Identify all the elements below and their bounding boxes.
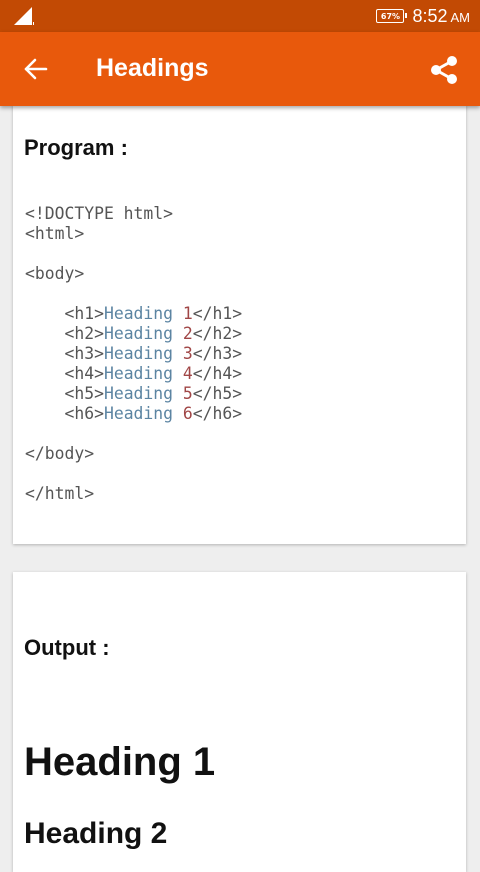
app-bar: Headings [0,32,480,106]
battery-level: 67% [380,11,401,21]
status-right: 67% 8:52 AM [376,5,470,27]
page-title: Headings [96,54,209,82]
code-line: <!DOCTYPE html> [25,204,174,223]
share-icon[interactable] [428,54,460,86]
clock-ampm: AM [450,9,471,25]
battery-icon: 67% [376,9,408,23]
code-line: <body> [25,264,85,283]
code-line: <html> [25,224,85,243]
output-heading-2: Heading 2 [24,817,168,850]
clock-time: 8:52 [412,5,448,26]
output-card: Output : Heading 1 Heading 2 [13,572,466,872]
code-line: <h2>Heading 2</h2> [25,324,243,343]
code-line: <h6>Heading 6</h6> [25,404,243,423]
code-line: </html> [25,484,95,503]
signal-icon [14,7,34,25]
status-bar: 67% 8:52 AM [0,0,480,32]
output-title: Output : [24,635,110,660]
code-block: <!DOCTYPE html> <html> <body> <h1>Headin… [25,204,242,504]
code-line: <h5>Heading 5</h5> [25,384,243,403]
program-title: Program : [24,135,128,160]
code-line: <h1>Heading 1</h1> [25,304,243,323]
code-line: </body> [25,444,95,463]
program-card: Program : <!DOCTYPE html> <html> <body> … [13,104,466,544]
code-line: <h4>Heading 4</h4> [25,364,243,383]
clock: 8:52 AM [412,6,470,27]
arrow-left-icon[interactable] [22,55,50,83]
output-heading-1: Heading 1 [24,740,216,784]
code-line: <h3>Heading 3</h3> [25,344,243,363]
